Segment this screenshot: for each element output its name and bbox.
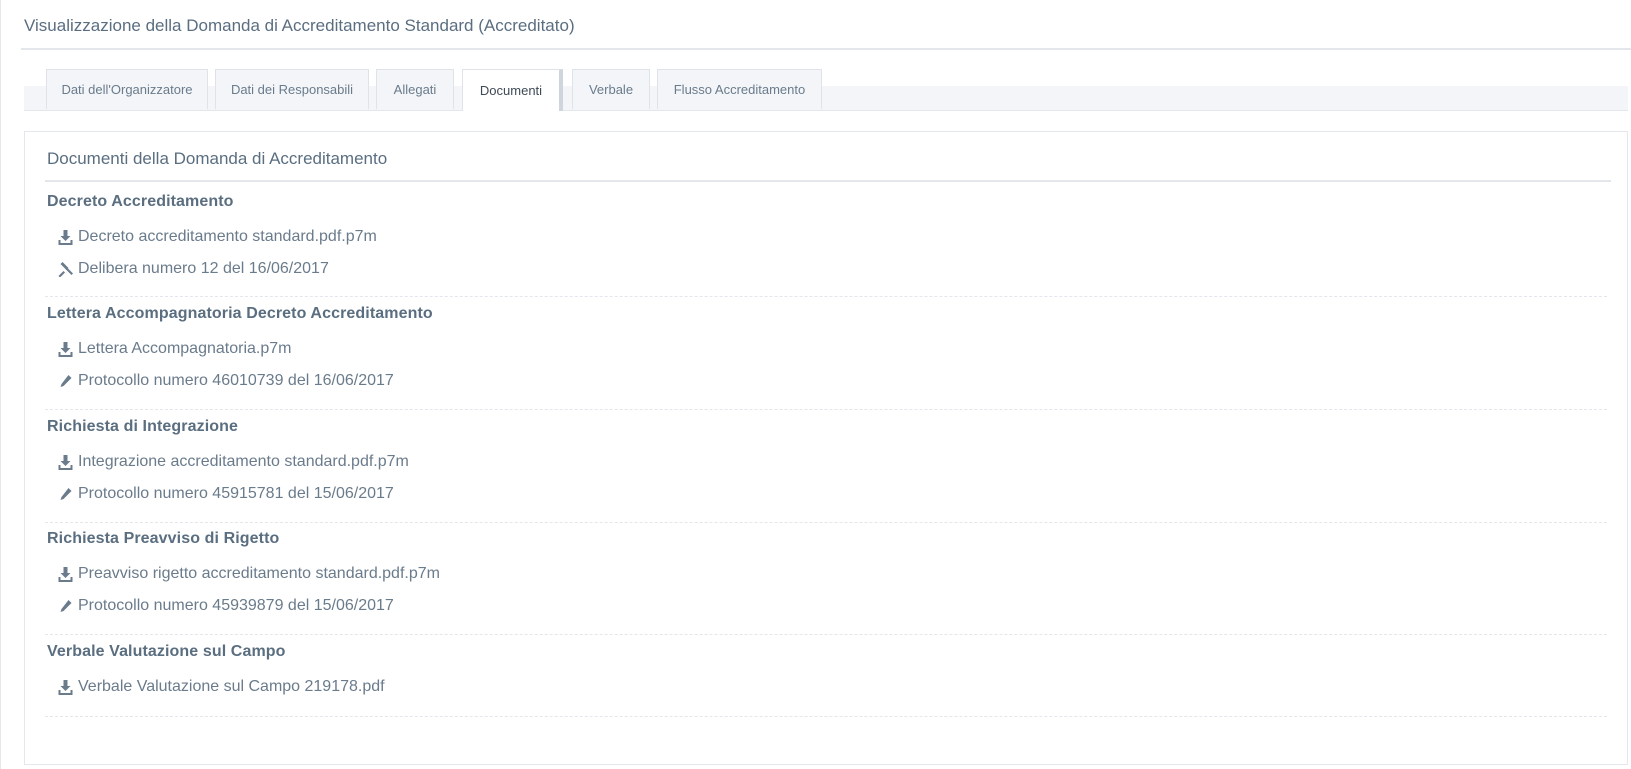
document-download-link[interactable]: Decreto accreditamento standard.pdf.p7m xyxy=(57,228,377,246)
tab-label: Verbale xyxy=(588,82,634,97)
protocollo-info: Protocollo numero 45915781 del 15/06/201… xyxy=(57,485,394,503)
section-verbale-valutazione: Verbale Valutazione sul Campo Verbale Va… xyxy=(45,643,1607,723)
tab-verbale[interactable]: Verbale xyxy=(572,69,650,109)
section-title: Richiesta Preavviso di Rigetto xyxy=(47,530,280,547)
tab-dati-organizzatore[interactable]: Dati dell'Organizzatore xyxy=(46,69,208,109)
section-divider xyxy=(45,296,1607,297)
section-title: Lettera Accompagnatoria Decreto Accredit… xyxy=(47,305,433,322)
protocollo-info: Protocollo numero 45939879 del 15/06/201… xyxy=(57,597,394,615)
tab-label: Dati dell'Organizzatore xyxy=(61,82,193,97)
download-icon xyxy=(58,455,73,470)
tab-label: Flusso Accreditamento xyxy=(673,82,806,97)
title-divider xyxy=(21,48,1631,50)
tab-label: Allegati xyxy=(393,82,437,97)
protocollo-text: Protocollo numero 45915781 del 15/06/201… xyxy=(78,485,394,502)
protocollo-text: Protocollo numero 46010739 del 16/06/201… xyxy=(78,372,394,389)
protocollo-info: Protocollo numero 46010739 del 16/06/201… xyxy=(57,372,394,390)
section-preavviso-rigetto: Richiesta Preavviso di Rigetto Preavviso… xyxy=(45,530,1607,635)
section-divider xyxy=(45,716,1607,717)
section-divider xyxy=(45,634,1607,635)
section-divider xyxy=(45,409,1607,410)
download-icon xyxy=(58,680,73,695)
document-download-link[interactable]: Preavviso rigetto accreditamento standar… xyxy=(57,565,440,583)
tab-documenti[interactable]: Documenti xyxy=(462,69,563,111)
pencil-icon xyxy=(60,600,72,612)
pencil-icon xyxy=(60,488,72,500)
tab-label: Documenti xyxy=(479,83,543,98)
panel-divider xyxy=(45,180,1611,182)
document-download-link[interactable]: Lettera Accompagnatoria.p7m xyxy=(57,340,291,358)
document-download-link[interactable]: Integrazione accreditamento standard.pdf… xyxy=(57,453,409,471)
section-title: Decreto Accreditamento xyxy=(47,193,234,210)
document-filename: Verbale Valutazione sul Campo 219178.pdf xyxy=(78,678,385,695)
delibera-text: Delibera numero 12 del 16/06/2017 xyxy=(78,260,329,277)
pencil-icon xyxy=(60,375,72,387)
document-filename: Preavviso rigetto accreditamento standar… xyxy=(78,565,440,582)
delibera-info: Delibera numero 12 del 16/06/2017 xyxy=(57,260,329,278)
tab-label: Dati dei Responsabili xyxy=(230,82,354,97)
section-divider xyxy=(45,522,1607,523)
page-title: Visualizzazione della Domanda di Accredi… xyxy=(24,16,575,35)
gavel-icon xyxy=(58,262,73,277)
section-richiesta-integrazione: Richiesta di Integrazione Integrazione a… xyxy=(45,418,1607,523)
download-icon xyxy=(58,567,73,582)
document-download-link[interactable]: Verbale Valutazione sul Campo 219178.pdf xyxy=(57,678,385,696)
document-filename: Decreto accreditamento standard.pdf.p7m xyxy=(78,228,377,245)
protocollo-text: Protocollo numero 45939879 del 15/06/201… xyxy=(78,597,394,614)
tab-flusso-accreditamento[interactable]: Flusso Accreditamento xyxy=(657,69,822,109)
tab-dati-responsabili[interactable]: Dati dei Responsabili xyxy=(215,69,369,109)
section-title: Richiesta di Integrazione xyxy=(47,418,238,435)
download-icon xyxy=(58,230,73,245)
page: Visualizzazione della Domanda di Accredi… xyxy=(0,0,1631,769)
panel-title: Documenti della Domanda di Accreditament… xyxy=(47,149,388,168)
download-icon xyxy=(58,342,73,357)
document-filename: Integrazione accreditamento standard.pdf… xyxy=(78,453,409,470)
tab-allegati[interactable]: Allegati xyxy=(376,69,454,109)
documents-panel: Documenti della Domanda di Accreditament… xyxy=(24,131,1628,765)
document-filename: Lettera Accompagnatoria.p7m xyxy=(78,340,292,357)
section-decreto-accreditamento: Decreto Accreditamento Decreto accredita… xyxy=(45,193,1607,297)
section-title: Verbale Valutazione sul Campo xyxy=(47,643,286,660)
section-lettera-accompagnatoria: Lettera Accompagnatoria Decreto Accredit… xyxy=(45,305,1607,410)
